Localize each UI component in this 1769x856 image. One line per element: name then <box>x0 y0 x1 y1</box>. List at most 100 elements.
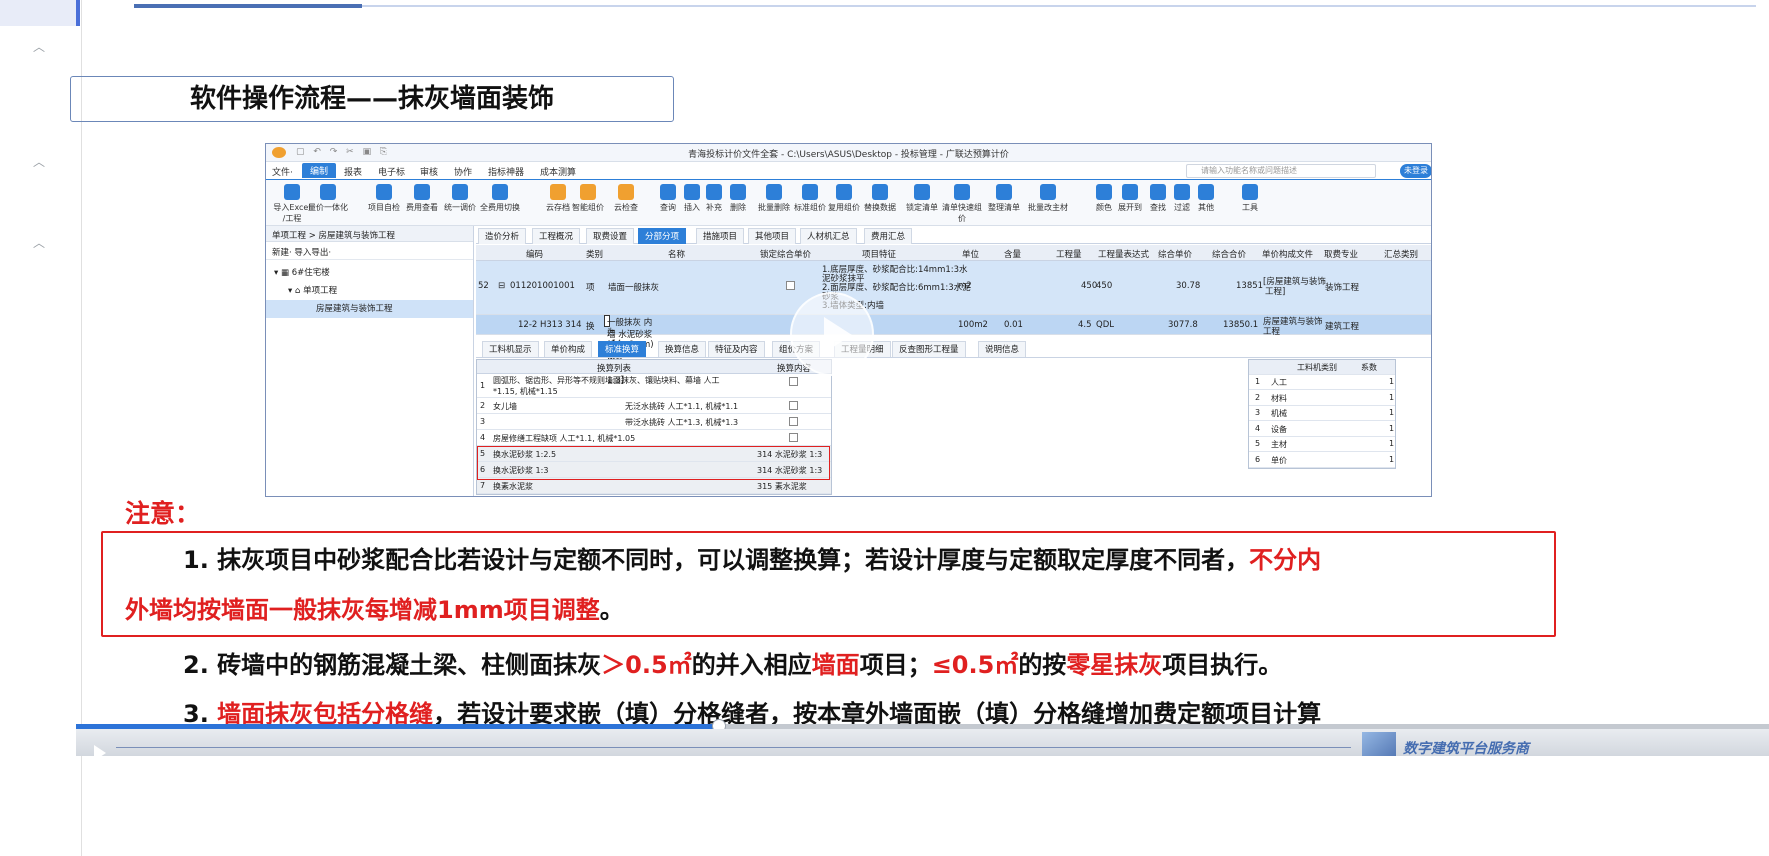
tab[interactable]: 工程概况 <box>532 228 581 244</box>
ribbon-icon <box>1242 184 1258 200</box>
tab[interactable]: 费用汇总 <box>864 228 913 244</box>
row-name-editor[interactable]: 一般抹灰 内墙 水泥砂浆 (14+6mm) 换为【水泥砂浆 1:3】 <box>604 315 654 386</box>
menu-report[interactable]: 报表 <box>344 165 362 178</box>
table-row[interactable]: 5 主材 1 <box>1249 437 1395 452</box>
col-header: 单价构成文件 <box>1262 250 1314 260</box>
table-row[interactable]: 52 ⊟ 011201001001 项 墙面一般抹灰 1.底层厚度、砂浆配合比:… <box>476 261 1431 315</box>
col-header: 单位 <box>962 250 980 260</box>
tab[interactable]: 反查图形工程量 <box>892 341 966 357</box>
coefficient-value: 1 <box>1389 423 1395 433</box>
main-tabs: 造价分析 工程概况 取费设置 分部分项 措施项目 其他项目 人材机汇总 费用汇总 <box>476 228 1431 244</box>
conversion-checkbox[interactable] <box>789 377 798 386</box>
tab[interactable]: 造价分析 <box>478 228 527 244</box>
col-header: 含量 <box>1004 250 1022 260</box>
tab[interactable]: 标准换算 <box>598 341 647 357</box>
tab[interactable]: 换算信息 <box>658 341 707 357</box>
detail-tabs: 工料机显示单价构成标准换算换算信息特征及内容组价方案工程量明细反查图形工程量说明… <box>476 341 1431 358</box>
col-header: 项目特征 <box>862 250 897 260</box>
table-row[interactable]: 6 单价 1 <box>1249 453 1395 468</box>
row-number: 1 <box>1255 377 1261 386</box>
coefficient-value: 1 <box>1389 377 1395 386</box>
menu-collab[interactable]: 协作 <box>454 165 472 178</box>
ribbon-button[interactable]: 替换数据 <box>858 184 902 224</box>
ribbon-button[interactable]: 整理清单 <box>982 184 1026 224</box>
table-row[interactable]: 3 机械 1 <box>1249 406 1395 421</box>
ribbon-button[interactable]: 统一调价 <box>438 184 482 224</box>
ribbon-icon <box>766 184 782 200</box>
tree-item-decoration[interactable]: 房屋建筑与装饰工程 <box>266 300 473 318</box>
conversion-checkbox[interactable] <box>789 433 798 442</box>
ribbon-button[interactable]: 清单快速组价 <box>940 184 984 224</box>
menu-e-bid[interactable]: 电子标 <box>378 165 405 178</box>
menu-file[interactable]: 文件· <box>272 165 293 178</box>
note-text: 的按 <box>1018 651 1067 679</box>
menu-compile[interactable]: 编制 <box>302 163 337 178</box>
table-row[interactable]: 3 带泛水挑砖 人工*1.3, 机械*1.3 <box>477 414 831 430</box>
menu-index[interactable]: 指标神器 <box>488 165 524 178</box>
tree-item-single[interactable]: ▾ ⌂ 单项工程 <box>266 282 473 300</box>
tab[interactable]: 单价构成 <box>544 341 593 357</box>
conversion-text: 圆弧形、锯齿形、异形等不规则墙面抹灰、镶贴块料、幕墙 人工 <box>493 376 720 385</box>
row-unit-price: 30.78 <box>1176 281 1201 291</box>
chevron-up-icon[interactable]: ︿ <box>32 236 46 250</box>
tab[interactable]: 措施项目 <box>696 228 745 244</box>
play-icon[interactable] <box>94 745 106 761</box>
table-row[interactable]: 2 材料 1 <box>1249 391 1395 406</box>
slide-top-rule-accent <box>134 4 362 8</box>
chevron-up-icon[interactable]: ︿ <box>32 40 46 54</box>
login-button[interactable]: 未登录 <box>1400 164 1431 178</box>
ribbon-icon <box>492 184 508 200</box>
conversion-text: 带泛水挑砖 人工*1.3, 机械*1.3 <box>625 418 739 427</box>
tab[interactable]: 分部分项 <box>638 228 687 244</box>
tab[interactable]: 特征及内容 <box>708 341 765 357</box>
note-emphasis: ≤0.5㎡ <box>931 651 1019 679</box>
ribbon-button-label: 批量删除 <box>758 203 790 212</box>
ribbon-button[interactable]: 全费用切换 <box>478 184 522 224</box>
ribbon-button[interactable]: 其他 <box>1184 184 1228 224</box>
tree-item-building[interactable]: ▾ ▦ 6#住宅楼 <box>266 264 473 282</box>
tab[interactable]: 工料机显示 <box>482 341 539 357</box>
ribbon-button[interactable]: 工具 <box>1228 184 1272 224</box>
table-row[interactable]: 1 人工 1 <box>1249 375 1395 390</box>
app-search-input[interactable]: 请输入功能名称或问题描述 <box>1186 164 1376 178</box>
table-row[interactable]: 12-2 H313 314 换 一般抹灰 内墙 水泥砂浆 (14+6mm) 换为… <box>476 315 1431 386</box>
row-unit-price: 3077.8 <box>1168 320 1198 330</box>
note-emphasis: 不分内 <box>1249 546 1322 574</box>
menu-cost[interactable]: 成本测算 <box>540 165 576 178</box>
row-expression: QDL <box>1096 320 1114 330</box>
ribbon-button-label: 清单快速组价 <box>942 203 982 223</box>
ribbon-button[interactable]: 锁定清单 <box>900 184 944 224</box>
table-row[interactable]: 1 圆弧形、锯齿形、异形等不规则墙面抹灰、镶贴块料、幕墙 人工 *1.15, 机械*… <box>477 374 831 398</box>
chevron-up-icon[interactable]: ︿ <box>32 155 46 169</box>
conversion-checkbox[interactable] <box>789 401 798 410</box>
ribbon-button[interactable]: 批量改主材 <box>1026 184 1070 224</box>
table-row[interactable]: 2 女儿墙 无泛水挑砖 人工*1.1, 机械*1.1 <box>477 398 831 414</box>
ribbon-button[interactable]: 云检查 <box>604 184 648 224</box>
project-tree: ▾ ▦ 6#住宅楼 ▾ ⌂ 单项工程 房屋建筑与装饰工程 <box>266 260 473 322</box>
ribbon-button[interactable]: 量价一体化 <box>306 184 350 224</box>
tab[interactable]: 人材机汇总 <box>800 228 857 244</box>
tab[interactable]: 取费设置 <box>586 228 635 244</box>
conversion-checkbox[interactable] <box>789 417 798 426</box>
conversion-text: *1.15, 机械*1.15 <box>493 387 558 396</box>
tab[interactable]: 说明信息 <box>978 341 1027 357</box>
row-number: 4 <box>1255 423 1261 433</box>
col-header: 综合单价 <box>1158 250 1193 260</box>
col-header: 工料机类别 <box>1297 363 1337 372</box>
note-2: 2. 砖墙中的钢筋混凝土梁、柱侧面抹灰＞0.5㎡的并入相应墙面项目；≤0.5㎡的… <box>183 645 1282 680</box>
table-row[interactable]: 4 设备 1 <box>1249 422 1395 437</box>
lock-price-checkbox[interactable] <box>786 281 795 293</box>
note-label: 注意： <box>125 499 201 528</box>
table-row[interactable]: 4 房屋修缮工程缺项 人工*1.1, 机械*1.05 <box>477 430 831 446</box>
table-row[interactable]: 7 换素水泥浆 315 素水泥浆 <box>477 478 831 494</box>
conversion-text: 无泛水挑砖 人工*1.1, 机械*1.1 <box>625 402 739 411</box>
video-play-overlay-icon[interactable] <box>790 292 874 376</box>
coefficient-value: 1 <box>1389 392 1395 402</box>
tab[interactable]: 其他项目 <box>748 228 797 244</box>
collapse-icon[interactable]: ⊟ <box>498 281 505 291</box>
menu-review[interactable]: 审核 <box>420 165 438 178</box>
sidebar-active-tab[interactable] <box>0 0 80 26</box>
tree-toolbar[interactable]: 新建· 导入导出· <box>266 242 473 260</box>
col-header: 名称 <box>668 250 686 260</box>
controls-divider <box>116 747 1351 748</box>
